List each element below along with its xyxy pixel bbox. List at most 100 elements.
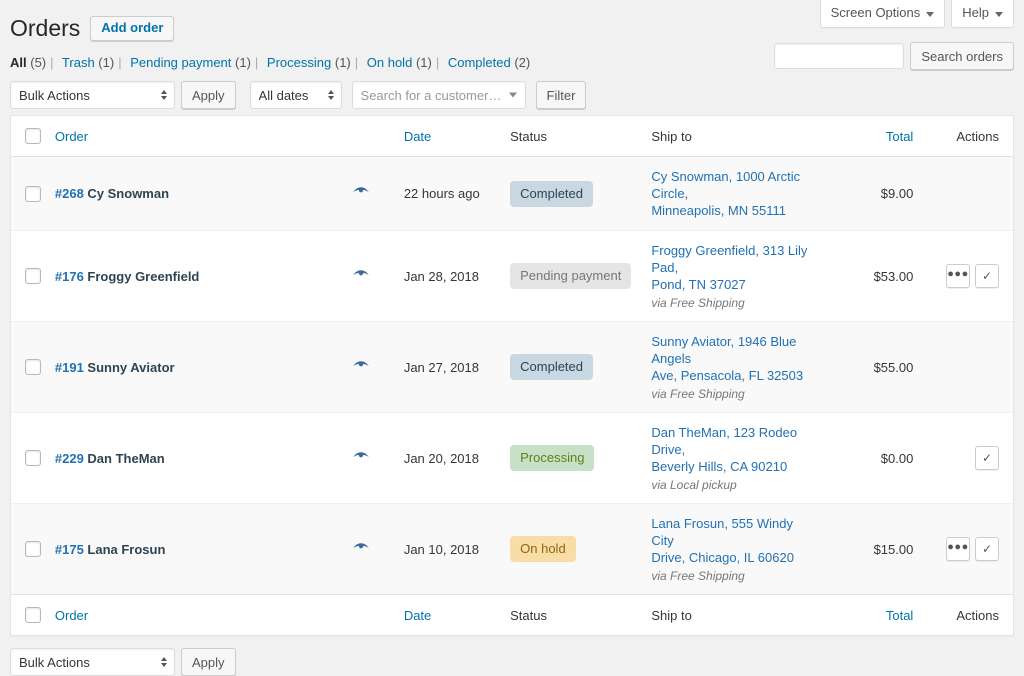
- order-cell: #229 Dan TheMan: [44, 413, 329, 504]
- eye-icon[interactable]: [353, 269, 369, 284]
- ship-to-cell: Cy Snowman, 1000 Arctic Circle, Minneapo…: [641, 157, 829, 231]
- status-link-trash[interactable]: Trash: [62, 55, 95, 70]
- help-button[interactable]: Help: [951, 0, 1014, 28]
- table-row: #268 Cy Snowman 22 hours ago Completed C…: [11, 157, 1013, 231]
- row-checkbox[interactable]: [25, 268, 41, 284]
- table-row: #191 Sunny Aviator Jan 27, 2018 Complete…: [11, 322, 1013, 413]
- search-input[interactable]: [774, 43, 905, 69]
- row-select-cell: [11, 157, 45, 231]
- status-link-completed[interactable]: Completed: [448, 55, 511, 70]
- row-select-cell: [11, 504, 45, 594]
- row-checkbox[interactable]: [25, 450, 41, 466]
- add-order-button[interactable]: Add order: [90, 16, 175, 41]
- row-checkbox[interactable]: [25, 359, 41, 375]
- column-footer-preview: [328, 594, 394, 635]
- sort-by-total-footer[interactable]: Total: [886, 608, 913, 623]
- order-date-cell: Jan 10, 2018: [393, 504, 501, 594]
- screen-options-button[interactable]: Screen Options: [819, 0, 946, 28]
- date-filter-select[interactable]: All dates: [249, 81, 342, 109]
- ship-to-address-line1[interactable]: Froggy Greenfield, 313 Lily Pad,: [651, 242, 818, 276]
- shipping-method: via Local pickup: [651, 478, 737, 492]
- filter-button[interactable]: Filter: [535, 81, 587, 109]
- mark-processing-button[interactable]: ●●●: [946, 264, 970, 288]
- order-cell: #176 Froggy Greenfield: [44, 231, 329, 322]
- eye-icon[interactable]: [353, 542, 369, 557]
- preview-cell: [328, 157, 394, 231]
- column-footer-actions: Actions: [923, 594, 1013, 635]
- status-link-all[interactable]: All: [10, 55, 27, 70]
- order-link[interactable]: #268 Cy Snowman: [55, 186, 169, 201]
- order-link[interactable]: #176 Froggy Greenfield: [55, 269, 200, 284]
- page-title: Orders: [10, 15, 81, 41]
- sort-by-order-footer[interactable]: Order: [55, 608, 88, 623]
- status-link-item: All (5): [10, 53, 46, 73]
- ship-to-address-line2[interactable]: Pond, TN 37027: [651, 276, 818, 293]
- ship-to-address-line2[interactable]: Beverly Hills, CA 90210: [651, 458, 818, 475]
- bulk-actions-select-bottom[interactable]: Bulk Actions: [10, 648, 175, 676]
- order-total-cell: $53.00: [828, 231, 924, 322]
- select-all-checkbox-top[interactable]: [25, 128, 41, 144]
- order-actions-cell: ✓: [923, 413, 1013, 504]
- ship-to-address-line1[interactable]: Lana Frosun, 555 Windy City: [651, 515, 818, 549]
- sort-by-date[interactable]: Date: [404, 129, 431, 144]
- order-total: $0.00: [880, 450, 914, 466]
- apply-bulk-action-button-top[interactable]: Apply: [181, 81, 236, 109]
- mark-processing-button[interactable]: ●●●: [946, 537, 970, 561]
- customer-search-select[interactable]: Search for a customer…: [351, 81, 526, 109]
- ship-to-address-line1[interactable]: Cy Snowman, 1000 Arctic Circle,: [651, 168, 818, 202]
- column-header-ship-to: Ship to: [641, 116, 829, 157]
- order-link[interactable]: #175 Lana Frosun: [55, 542, 166, 557]
- search-orders-button[interactable]: Search orders: [910, 42, 1014, 70]
- mark-complete-button[interactable]: ✓: [975, 537, 999, 561]
- sort-by-total[interactable]: Total: [886, 129, 913, 144]
- order-date: Jan 28, 2018: [403, 268, 479, 284]
- row-actions: ●●● ✓: [933, 264, 999, 288]
- status-count-processing: (1): [334, 55, 351, 70]
- select-all-checkbox-bottom[interactable]: [25, 607, 41, 623]
- row-checkbox[interactable]: [25, 541, 41, 557]
- eye-icon[interactable]: [353, 360, 369, 375]
- column-footer-total: Total: [828, 594, 924, 635]
- ship-to-address-line1[interactable]: Dan TheMan, 123 Rodeo Drive,: [651, 424, 818, 458]
- check-icon: ✓: [981, 269, 993, 283]
- mark-complete-button[interactable]: ✓: [975, 264, 999, 288]
- row-select-cell: [11, 231, 45, 322]
- ship-to-address-line2[interactable]: Drive, Chicago, IL 60620: [651, 549, 818, 566]
- ship-to-address-line1[interactable]: Sunny Aviator, 1946 Blue Angels: [651, 333, 818, 367]
- order-total-cell: $9.00: [828, 157, 924, 231]
- column-footer-order: Order: [44, 594, 329, 635]
- mark-complete-button[interactable]: ✓: [975, 446, 999, 470]
- orders-page-wrap: Orders Add order All (5) Trash (1) Pendi…: [0, 0, 1024, 676]
- row-checkbox[interactable]: [25, 185, 41, 202]
- column-header-date: Date: [393, 116, 501, 157]
- column-header-actions: Actions: [923, 116, 1013, 157]
- status-link-on-hold[interactable]: On hold: [367, 55, 413, 70]
- apply-bulk-action-button-bottom[interactable]: Apply: [181, 648, 236, 676]
- column-footer-status: Status: [500, 594, 642, 635]
- chevron-down-icon: [508, 92, 517, 98]
- eye-icon[interactable]: [353, 451, 369, 466]
- order-actions-cell: [923, 157, 1013, 231]
- ship-to-address-line2[interactable]: Ave, Pensacola, FL 32503: [651, 367, 818, 384]
- status-link-pending-payment[interactable]: Pending payment: [130, 55, 231, 70]
- sort-by-date-footer[interactable]: Date: [404, 608, 431, 623]
- column-footer-date: Date: [393, 594, 501, 635]
- status-badge: Processing: [510, 445, 595, 471]
- row-select-cell: [11, 322, 45, 413]
- tablenav-top: Bulk Actions Apply All dates Search for …: [10, 79, 1014, 115]
- ship-to-address-line2[interactable]: Minneapolis, MN 55111: [651, 202, 818, 219]
- table-row: #176 Froggy Greenfield Jan 28, 2018 Pend…: [11, 231, 1013, 322]
- bulk-actions-select[interactable]: Bulk Actions: [10, 81, 175, 109]
- sort-by-order[interactable]: Order: [55, 129, 88, 144]
- preview-cell: [328, 322, 394, 413]
- order-total: $55.00: [873, 359, 914, 375]
- order-date-cell: Jan 28, 2018: [393, 231, 501, 322]
- eye-icon[interactable]: [353, 186, 369, 201]
- status-badge: Completed: [510, 354, 594, 380]
- order-link[interactable]: #229 Dan TheMan: [55, 451, 165, 466]
- order-date: Jan 20, 2018: [403, 450, 479, 466]
- status-link-processing[interactable]: Processing: [267, 55, 331, 70]
- order-link[interactable]: #191 Sunny Aviator: [55, 360, 175, 375]
- order-date-cell: Jan 20, 2018: [393, 413, 501, 504]
- column-header-preview: [328, 116, 394, 157]
